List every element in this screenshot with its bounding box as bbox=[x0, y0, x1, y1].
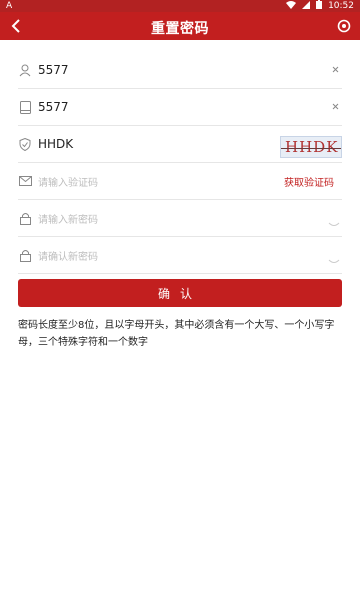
password-hint: 密码长度至少8位，且以字母开头，其中必须含有一个大写、一个小写字母，三个特殊字符… bbox=[18, 320, 335, 348]
user-icon bbox=[18, 63, 32, 77]
shield-icon bbox=[18, 137, 32, 151]
notification-icon: A bbox=[6, 1, 13, 11]
wifi-icon bbox=[286, 0, 297, 12]
sms-code-field[interactable]: 请输入验证码 获取验证码 bbox=[18, 163, 342, 200]
app-bar: 重置密码 bbox=[0, 12, 360, 40]
status-right: 10:52 bbox=[286, 0, 354, 12]
get-code-button[interactable]: 获取验证码 bbox=[284, 174, 334, 189]
target-icon[interactable] bbox=[334, 16, 354, 36]
lock-icon bbox=[18, 248, 32, 262]
clear-icon[interactable] bbox=[330, 101, 340, 111]
mail-icon bbox=[18, 174, 32, 188]
signal-icon bbox=[302, 0, 311, 12]
confirm-button[interactable]: 确认 bbox=[18, 279, 342, 307]
captcha-image-text: HHDK bbox=[285, 138, 339, 156]
account-field[interactable]: 5577 bbox=[18, 52, 342, 89]
eye-closed-icon[interactable] bbox=[328, 251, 340, 263]
status-time: 10:52 bbox=[328, 1, 354, 11]
status-bar: A 10:52 bbox=[0, 0, 360, 12]
lock-icon bbox=[18, 211, 32, 225]
battery-icon bbox=[316, 0, 323, 12]
captcha-field[interactable]: HHDK HHDK bbox=[18, 126, 342, 163]
reset-password-form: 5577 5577 HHDK HHDK 请输入验证码 获取验证码 请输入新密码 … bbox=[18, 52, 342, 274]
mobile-value: 5577 bbox=[38, 100, 69, 114]
captcha-value: HHDK bbox=[38, 137, 74, 151]
confirm-password-placeholder: 请确认新密码 bbox=[38, 251, 98, 263]
mobile-field[interactable]: 5577 bbox=[18, 89, 342, 126]
sms-code-placeholder: 请输入验证码 bbox=[38, 177, 98, 189]
eye-closed-icon[interactable] bbox=[328, 214, 340, 226]
clear-icon[interactable] bbox=[330, 64, 340, 74]
device-icon bbox=[18, 100, 32, 114]
page-title: 重置密码 bbox=[151, 21, 209, 37]
new-password-field[interactable]: 请输入新密码 bbox=[18, 200, 342, 237]
account-value: 5577 bbox=[38, 63, 69, 77]
new-password-placeholder: 请输入新密码 bbox=[38, 214, 98, 226]
confirm-password-field[interactable]: 请确认新密码 bbox=[18, 237, 342, 274]
captcha-noise-line bbox=[281, 148, 341, 149]
captcha-image[interactable]: HHDK bbox=[280, 136, 342, 158]
